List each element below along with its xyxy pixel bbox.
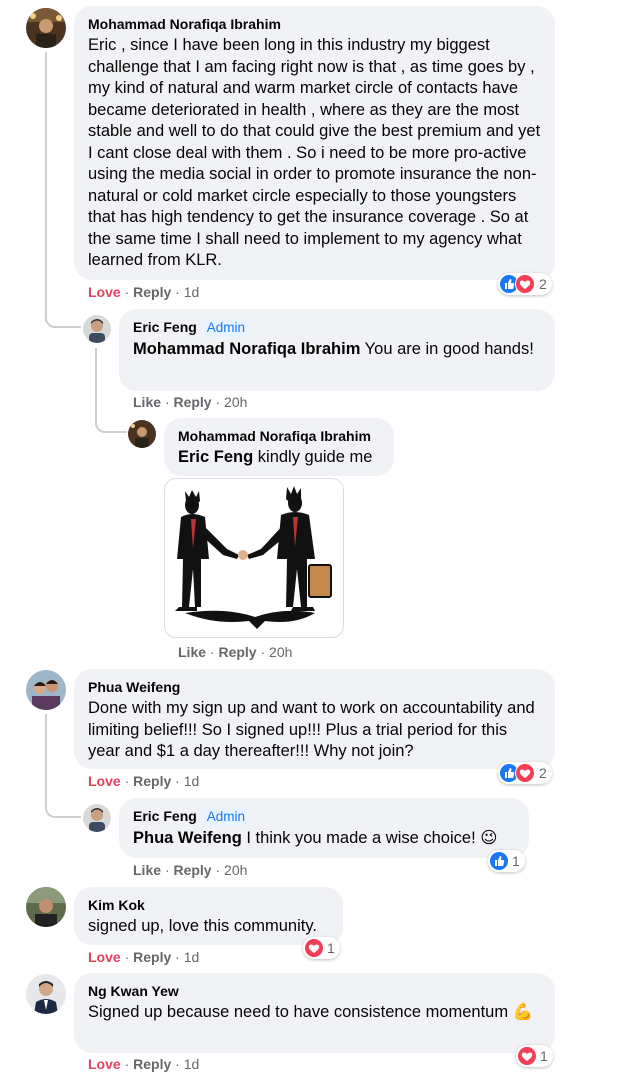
- reaction-button[interactable]: Love: [88, 773, 121, 789]
- reply-button[interactable]: Reply: [173, 862, 211, 878]
- mention-link[interactable]: Phua Weifeng: [133, 829, 242, 847]
- comment-actions: Like · Reply · 20h: [133, 394, 248, 410]
- reaction-button[interactable]: Like: [178, 644, 206, 660]
- comment-author[interactable]: Kim Kok: [88, 896, 329, 914]
- thread-connector: [45, 300, 81, 328]
- reaction-summary[interactable]: 1: [488, 850, 525, 872]
- like-icon: [490, 852, 508, 870]
- comment-text: Done with my sign up and want to work on…: [88, 699, 535, 760]
- comment-author[interactable]: Phua Weifeng: [88, 678, 541, 696]
- reply-button[interactable]: Reply: [173, 394, 211, 410]
- reaction-button[interactable]: Like: [133, 394, 161, 410]
- comment-actions: Love · Reply · 1d: [88, 284, 200, 300]
- comment-bubble: Phua Weifeng Done with my sign up and wa…: [74, 669, 555, 769]
- avatar[interactable]: [128, 420, 156, 448]
- comment-text: You are in good hands!: [360, 340, 534, 358]
- avatar[interactable]: [83, 315, 111, 343]
- comment-actions: Love · Reply · 1d: [88, 773, 200, 789]
- admin-badge: Admin: [202, 319, 250, 337]
- reply-button[interactable]: Reply: [218, 644, 256, 660]
- comment-timestamp[interactable]: 20h: [224, 862, 247, 878]
- reaction-summary[interactable]: 1: [516, 1045, 553, 1067]
- thread-line: [45, 714, 47, 794]
- comment-text: kindly guide me: [253, 448, 373, 466]
- reply-button[interactable]: Reply: [133, 949, 171, 965]
- love-icon: [515, 763, 535, 783]
- avatar[interactable]: [83, 804, 111, 832]
- comment-timestamp[interactable]: 1d: [184, 1056, 200, 1072]
- reaction-count: 1: [540, 1048, 548, 1064]
- reaction-button[interactable]: Love: [88, 1056, 121, 1072]
- comment-timestamp[interactable]: 20h: [269, 644, 292, 660]
- comment-author[interactable]: Mohammad Norafiqa Ibrahim: [178, 427, 380, 445]
- comment-actions: Love · Reply · 1d: [88, 949, 200, 965]
- comment-author[interactable]: Mohammad Norafiqa Ibrahim: [88, 15, 541, 33]
- comment-timestamp[interactable]: 20h: [224, 394, 247, 410]
- reply-button[interactable]: Reply: [133, 773, 171, 789]
- reply-button[interactable]: Reply: [133, 1056, 171, 1072]
- mention-link[interactable]: Mohammad Norafiqa Ibrahim: [133, 340, 360, 358]
- comment-actions: Like · Reply · 20h: [178, 644, 293, 660]
- admin-badge: Admin: [202, 808, 250, 826]
- love-icon: [515, 274, 535, 294]
- comment-bubble: Mohammad Norafiqa Ibrahim Eric , since I…: [74, 6, 555, 280]
- comment-timestamp[interactable]: 1d: [184, 773, 200, 789]
- reaction-count: 1: [512, 853, 520, 869]
- comment-actions: Like · Reply · 20h: [133, 862, 248, 878]
- reaction-button[interactable]: Love: [88, 284, 121, 300]
- thread-line: [45, 52, 47, 322]
- comment-timestamp[interactable]: 1d: [184, 284, 200, 300]
- comment-bubble: Kim Kok signed up, love this community.: [74, 887, 343, 945]
- reaction-summary[interactable]: 2: [498, 762, 552, 784]
- comment-text: I think you made a wise choice! 😉: [241, 829, 498, 847]
- avatar[interactable]: [26, 974, 66, 1014]
- avatar[interactable]: [26, 670, 66, 710]
- comment-timestamp[interactable]: 1d: [184, 949, 200, 965]
- avatar[interactable]: [26, 887, 66, 927]
- thread-connector: [45, 790, 81, 818]
- reply-bubble: Eric Feng Admin Mohammad Norafiqa Ibrahim…: [119, 309, 555, 391]
- reaction-summary[interactable]: 1: [303, 937, 340, 959]
- comment-actions: Love · Reply · 1d: [88, 1056, 200, 1072]
- reaction-count: 2: [539, 276, 547, 292]
- reply-button[interactable]: Reply: [133, 284, 171, 300]
- thread-line: [95, 348, 97, 408]
- avatar[interactable]: [26, 8, 66, 48]
- comment-author[interactable]: Ng Kwan Yew: [88, 982, 541, 1000]
- comment-text: Signed up because need to have consisten…: [88, 1003, 534, 1021]
- reaction-count: 1: [327, 940, 335, 956]
- comment-author[interactable]: Eric Feng: [133, 319, 197, 335]
- handshake-image[interactable]: [164, 478, 344, 638]
- thread-connector: [95, 405, 127, 433]
- comment-author[interactable]: Eric Feng: [133, 808, 197, 824]
- mention-link[interactable]: Eric Feng: [178, 448, 253, 466]
- comment-bubble: Ng Kwan Yew Signed up because need to ha…: [74, 973, 555, 1053]
- reaction-count: 2: [539, 765, 547, 781]
- comment-text: Eric , since I have been long in this in…: [88, 36, 541, 269]
- comment-text: signed up, love this community.: [88, 917, 317, 935]
- reply-bubble: Eric Feng Admin Phua Weifeng I think you …: [119, 798, 529, 858]
- reply-bubble: Mohammad Norafiqa Ibrahim Eric Feng kind…: [164, 418, 394, 476]
- reaction-summary[interactable]: 2: [498, 273, 552, 295]
- love-icon: [305, 939, 323, 957]
- love-icon: [518, 1047, 536, 1065]
- reaction-button[interactable]: Like: [133, 862, 161, 878]
- reaction-button[interactable]: Love: [88, 949, 121, 965]
